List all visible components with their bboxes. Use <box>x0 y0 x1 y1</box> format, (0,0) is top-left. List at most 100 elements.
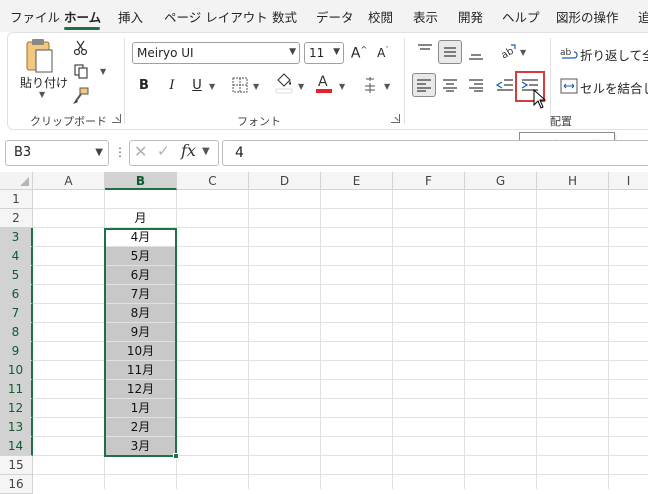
column-header-i[interactable]: I <box>609 172 648 190</box>
row-header-5[interactable]: 5 <box>0 266 33 285</box>
insert-function-button[interactable]: fx <box>181 141 196 160</box>
tab-0[interactable]: ファイル <box>10 7 60 26</box>
column-header-e[interactable]: E <box>321 172 393 190</box>
borders-button[interactable] <box>229 74 251 96</box>
cancel-icon[interactable]: ✕ <box>134 142 147 161</box>
top-align-button[interactable] <box>413 39 437 63</box>
paste-icon <box>26 39 53 73</box>
phonetic-guide-button[interactable] <box>359 74 381 96</box>
column-header-f[interactable]: F <box>393 172 465 190</box>
tab-11[interactable]: 追 <box>638 7 648 26</box>
borders-icon <box>232 77 248 93</box>
underline-button[interactable]: U <box>187 76 207 96</box>
wrap-text-icon: ab <box>560 48 578 59</box>
column-header-c[interactable]: C <box>177 172 249 190</box>
decrease-indent-icon <box>496 79 513 91</box>
cell-b2[interactable]: 月 <box>105 209 176 227</box>
menu-bar: ファイル ホーム 挿入 ページ レイアウト 数式 データ 校閲 表示 開発 ヘルプ 図形の操作追 <box>0 0 648 32</box>
column-header-g[interactable]: G <box>465 172 537 190</box>
font-size-combo[interactable]: 11 ▼ <box>304 42 344 64</box>
tab-3[interactable]: ページ レイアウト <box>164 7 268 26</box>
align-right-icon <box>469 79 483 92</box>
fill-handle[interactable] <box>173 453 179 459</box>
active-tab-underline <box>64 27 100 30</box>
name-box[interactable]: B3 ▼ <box>5 140 109 166</box>
decrease-indent-button[interactable] <box>493 73 517 97</box>
align-left-button[interactable] <box>412 73 436 97</box>
tab-2[interactable]: 挿入 <box>118 7 143 26</box>
underline-dropdown-icon[interactable]: ▼ <box>209 82 215 91</box>
row-header-12[interactable]: 12 <box>0 399 33 418</box>
font-name-combo[interactable]: Meiryo UI ▼ <box>132 42 300 64</box>
column-header-d[interactable]: D <box>249 172 321 190</box>
row-header-14[interactable]: 14 <box>0 437 33 456</box>
row-header-7[interactable]: 7 <box>0 304 33 323</box>
italic-button[interactable]: I <box>162 76 182 96</box>
merge-center-button[interactable] <box>558 75 580 97</box>
row-header-13[interactable]: 13 <box>0 418 33 437</box>
copy-dropdown-icon[interactable]: ▼ <box>100 67 106 76</box>
chevron-down-icon: ▼ <box>333 47 340 57</box>
font-color-button[interactable]: A <box>313 72 335 94</box>
alignment-group-label: 配置 <box>550 115 572 128</box>
bold-icon: B <box>139 78 149 93</box>
align-right-button[interactable] <box>464 73 488 97</box>
row-header-15[interactable]: 15 <box>0 456 33 475</box>
column-header-a[interactable]: A <box>33 172 105 190</box>
row-header-6[interactable]: 6 <box>0 285 33 304</box>
chevron-down-icon[interactable]: ▼ <box>202 146 210 157</box>
wrap-text-label[interactable]: 折り返して全体 <box>580 45 648 64</box>
orientation-button[interactable]: ab <box>496 39 520 63</box>
row-header-10[interactable]: 10 <box>0 361 33 380</box>
borders-dropdown-icon[interactable]: ▼ <box>253 82 259 91</box>
align-center-button[interactable] <box>438 73 462 97</box>
formula-input[interactable]: 4 <box>222 140 648 166</box>
format-painter-button[interactable] <box>70 85 92 107</box>
bottom-align-button[interactable] <box>464 41 488 65</box>
copy-button[interactable] <box>70 60 92 82</box>
row-header-4[interactable]: 4 <box>0 247 33 266</box>
tab-6[interactable]: 校閲 <box>368 7 393 26</box>
phonetic-icon <box>365 77 375 93</box>
select-all-button[interactable] <box>0 172 33 190</box>
row-header-16[interactable]: 16 <box>0 475 33 494</box>
row-header-9[interactable]: 9 <box>0 342 33 361</box>
top-align-icon <box>418 44 432 50</box>
row-header-8[interactable]: 8 <box>0 323 33 342</box>
tab-5[interactable]: データ <box>316 7 354 26</box>
fill-color-dropdown-icon[interactable]: ▼ <box>298 82 304 91</box>
increase-font-size-button[interactable]: A^ <box>348 42 370 64</box>
enter-icon[interactable]: ✓ <box>157 142 170 160</box>
column-header-h[interactable]: H <box>537 172 609 190</box>
tab-9[interactable]: ヘルプ <box>502 7 540 26</box>
row-header-3[interactable]: 3 <box>0 228 33 247</box>
decrease-font-size-button[interactable]: Aˇ <box>372 42 394 64</box>
row-header-1[interactable]: 1 <box>0 190 33 209</box>
font-color-dropdown-icon[interactable]: ▼ <box>339 82 345 91</box>
cut-button[interactable] <box>70 37 92 59</box>
font-launcher-icon[interactable] <box>391 114 400 123</box>
column-header-b[interactable]: B <box>105 172 177 190</box>
clipboard-launcher-icon[interactable] <box>112 114 121 123</box>
tab-10[interactable]: 図形の操作 <box>556 7 619 26</box>
mouse-cursor-icon <box>533 89 547 109</box>
ribbon-separator <box>404 38 405 124</box>
tab-8[interactable]: 開発 <box>458 7 483 26</box>
middle-align-button[interactable] <box>438 40 462 64</box>
orientation-dropdown-icon[interactable]: ▼ <box>520 48 526 57</box>
tab-7[interactable]: 表示 <box>413 7 438 26</box>
paste-dropdown-icon[interactable]: ▼ <box>39 90 45 99</box>
tab-4[interactable]: 数式 <box>272 7 297 26</box>
tab-1[interactable]: ホーム <box>64 7 101 26</box>
svg-text:ab: ab <box>499 46 515 59</box>
wrap-text-button[interactable]: ab <box>558 43 580 65</box>
paintbrush-icon <box>73 87 89 104</box>
fill-color-button[interactable] <box>273 72 295 94</box>
bold-button[interactable]: B <box>134 76 154 96</box>
phonetic-dropdown-icon[interactable]: ▼ <box>384 82 390 91</box>
row-header-2[interactable]: 2 <box>0 209 33 228</box>
more-options-icon[interactable]: ⋮ <box>114 145 126 159</box>
row-header-11[interactable]: 11 <box>0 380 33 399</box>
merge-center-label[interactable]: セルを結合して <box>580 78 648 97</box>
align-center-icon <box>443 79 457 92</box>
